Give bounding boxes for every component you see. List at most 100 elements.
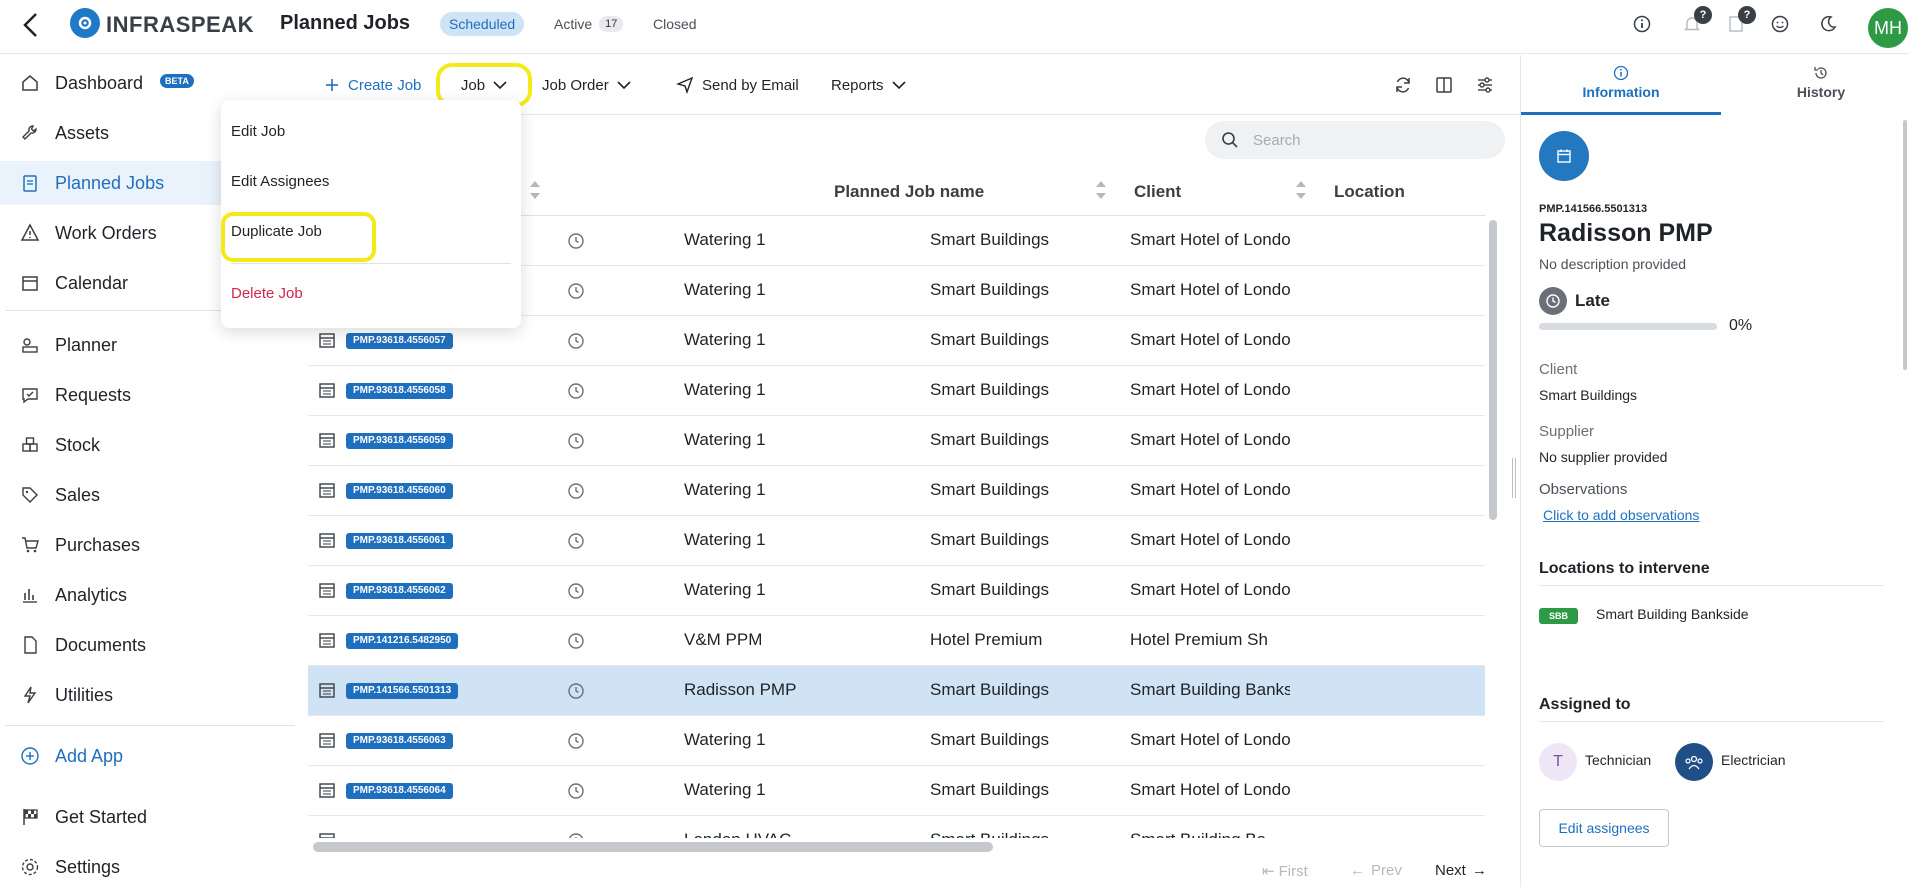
progress-percent: 0% [1729, 317, 1753, 334]
client-cell: Smart Buildings [930, 280, 1050, 299]
history-icon [1814, 67, 1827, 79]
progress-bar [1539, 323, 1717, 330]
arrow-left-icon: ← [1350, 862, 1365, 879]
user-avatar[interactable]: MH [1868, 8, 1908, 48]
sidebar-item-documents[interactable]: Documents [0, 623, 296, 667]
location-cell: Smart Building Ba [1130, 830, 1290, 838]
chevron-down-icon [617, 81, 631, 90]
calendar-icon [319, 833, 335, 838]
send-by-email-button[interactable]: Send by Email [676, 69, 799, 101]
panel-scrollbar[interactable] [1903, 120, 1907, 370]
refresh-icon[interactable] [1391, 73, 1415, 97]
menu-item-delete-job[interactable]: Delete Job [231, 285, 303, 302]
menu-divider [231, 263, 511, 264]
location-cell: Smart Hotel of London [1130, 430, 1290, 449]
sidebar-item-utilities[interactable]: Utilities [0, 673, 296, 717]
column-header-name[interactable]: Planned Job name [834, 182, 984, 202]
column-header-client[interactable]: Client [1134, 182, 1181, 202]
table-row[interactable]: London HVAC Smart Buildings Smart Building… [308, 816, 1485, 838]
sidebar-item-planner[interactable]: Planner [0, 323, 296, 367]
clock-icon [568, 483, 584, 499]
tasks-icon[interactable]: ? [1724, 6, 1756, 36]
status-label: Late [1575, 291, 1610, 310]
sidebar-item-settings[interactable]: Settings [0, 845, 296, 887]
job-name-cell: Watering 1 [684, 380, 766, 399]
notifications-icon[interactable]: ? [1680, 6, 1712, 36]
create-job-button[interactable]: Create Job [324, 69, 421, 101]
sidebar-item-get-started[interactable]: Get Started [0, 795, 296, 839]
calendar-icon [319, 433, 335, 448]
clock-icon [568, 333, 584, 349]
clock-icon [568, 783, 584, 799]
calendar-icon [19, 272, 41, 294]
planner-icon [19, 334, 41, 356]
job-order-menu-button[interactable]: Job Order [542, 69, 631, 101]
reports-menu-button[interactable]: Reports [831, 69, 906, 101]
sidebar-item-dashboard[interactable]: Dashboard BETA [0, 61, 296, 105]
table-row[interactable]: PMP.93618.4556064 Watering 1 Smart Buildin… [308, 766, 1485, 816]
tasks-badge: ? [1738, 6, 1756, 24]
table-row[interactable]: PMP.93618.4556060 Watering 1 Smart Buildin… [308, 466, 1485, 516]
sidebar-item-sales[interactable]: Sales [0, 473, 296, 517]
job-name-cell: Watering 1 [684, 330, 766, 349]
pager-first-button[interactable]: ⇤ First [1262, 862, 1308, 881]
sidebar-item-label: Sales [55, 484, 101, 505]
calendar-icon [319, 583, 335, 598]
sort-icon[interactable] [528, 176, 542, 204]
sidebar-item-add-app[interactable]: Add App [0, 734, 296, 778]
table-row[interactable]: PMP.93618.4556058 Watering 1 Smart Buildin… [308, 366, 1485, 416]
send-icon [676, 76, 694, 94]
tab-information[interactable]: Information [1521, 65, 1721, 100]
table-row[interactable]: PMP.93618.4556059 Watering 1 Smart Buildin… [308, 416, 1485, 466]
location-cell: Smart Hotel of London [1130, 580, 1290, 599]
table-row[interactable]: PMP.93618.4556062 Watering 1 Smart Buildin… [308, 566, 1485, 616]
tab-active[interactable]: Active 17 [554, 12, 624, 36]
sidebar-item-label: Work Orders [55, 222, 157, 243]
back-arrow-icon[interactable] [16, 10, 46, 40]
search-input[interactable] [1253, 131, 1483, 149]
calendar-icon [319, 633, 335, 648]
sidebar-item-analytics[interactable]: Analytics [0, 573, 296, 617]
info-icon[interactable] [1630, 12, 1654, 36]
tab-history[interactable]: History [1721, 65, 1909, 100]
table-row[interactable]: PMP.141566.5501313 Radisson PMP Smart Buil… [308, 666, 1485, 716]
tab-scheduled[interactable]: Scheduled [440, 12, 525, 36]
menu-item-edit-job[interactable]: Edit Job [231, 123, 285, 140]
sidebar-item-label: Settings [55, 856, 121, 877]
sort-icon[interactable] [1294, 176, 1308, 204]
sort-icon[interactable] [1094, 176, 1108, 204]
table-row[interactable]: PMP.141216.5482950 V&M PPM Hotel Premium Ho… [308, 616, 1485, 666]
chevron-down-icon [891, 81, 906, 90]
tab-closed[interactable]: Closed [653, 12, 697, 36]
table-row[interactable]: PMP.93618.4556061 Watering 1 Smart Buildin… [308, 516, 1485, 566]
horizontal-scrollbar[interactable] [313, 842, 993, 852]
home-icon [19, 72, 41, 94]
dark-mode-moon-icon[interactable] [1816, 12, 1840, 36]
location-cell: Smart Hotel of London [1130, 530, 1290, 549]
client-cell: Smart Buildings [930, 530, 1050, 549]
warning-icon [19, 222, 41, 244]
sidebar-item-stock[interactable]: Stock [0, 423, 296, 467]
clock-icon [568, 283, 584, 299]
sidebar-item-requests[interactable]: Requests [0, 373, 296, 417]
search-box[interactable] [1205, 121, 1505, 159]
sidebar-item-purchases[interactable]: Purchases [0, 523, 296, 567]
pager-next-button[interactable]: Next → [1435, 862, 1487, 879]
panel-resize-handle[interactable] [1512, 458, 1516, 498]
table-row[interactable]: PMP.93618.4556063 Watering 1 Smart Buildin… [308, 716, 1485, 766]
supplier-value: No supplier provided [1539, 449, 1668, 465]
vertical-scrollbar[interactable] [1489, 220, 1497, 520]
job-code-badge: PMP.93618.4556057 [346, 333, 453, 349]
edit-assignees-button[interactable]: Edit assignees [1539, 809, 1669, 847]
smiley-icon[interactable] [1768, 12, 1792, 36]
create-job-label: Create Job [348, 76, 422, 94]
menu-item-edit-assignees[interactable]: Edit Assignees [231, 173, 329, 190]
column-header-location[interactable]: Location [1334, 182, 1405, 202]
location-name: Smart Building Bankside [1596, 606, 1749, 622]
job-name-cell: London HVAC [684, 830, 914, 838]
calendar-icon [319, 533, 335, 548]
add-observations-link[interactable]: Click to add observations [1543, 507, 1699, 523]
split-view-icon[interactable] [1432, 73, 1456, 97]
pager-prev-button[interactable]: ← Prev [1350, 862, 1402, 879]
filter-sliders-icon[interactable] [1473, 73, 1497, 97]
